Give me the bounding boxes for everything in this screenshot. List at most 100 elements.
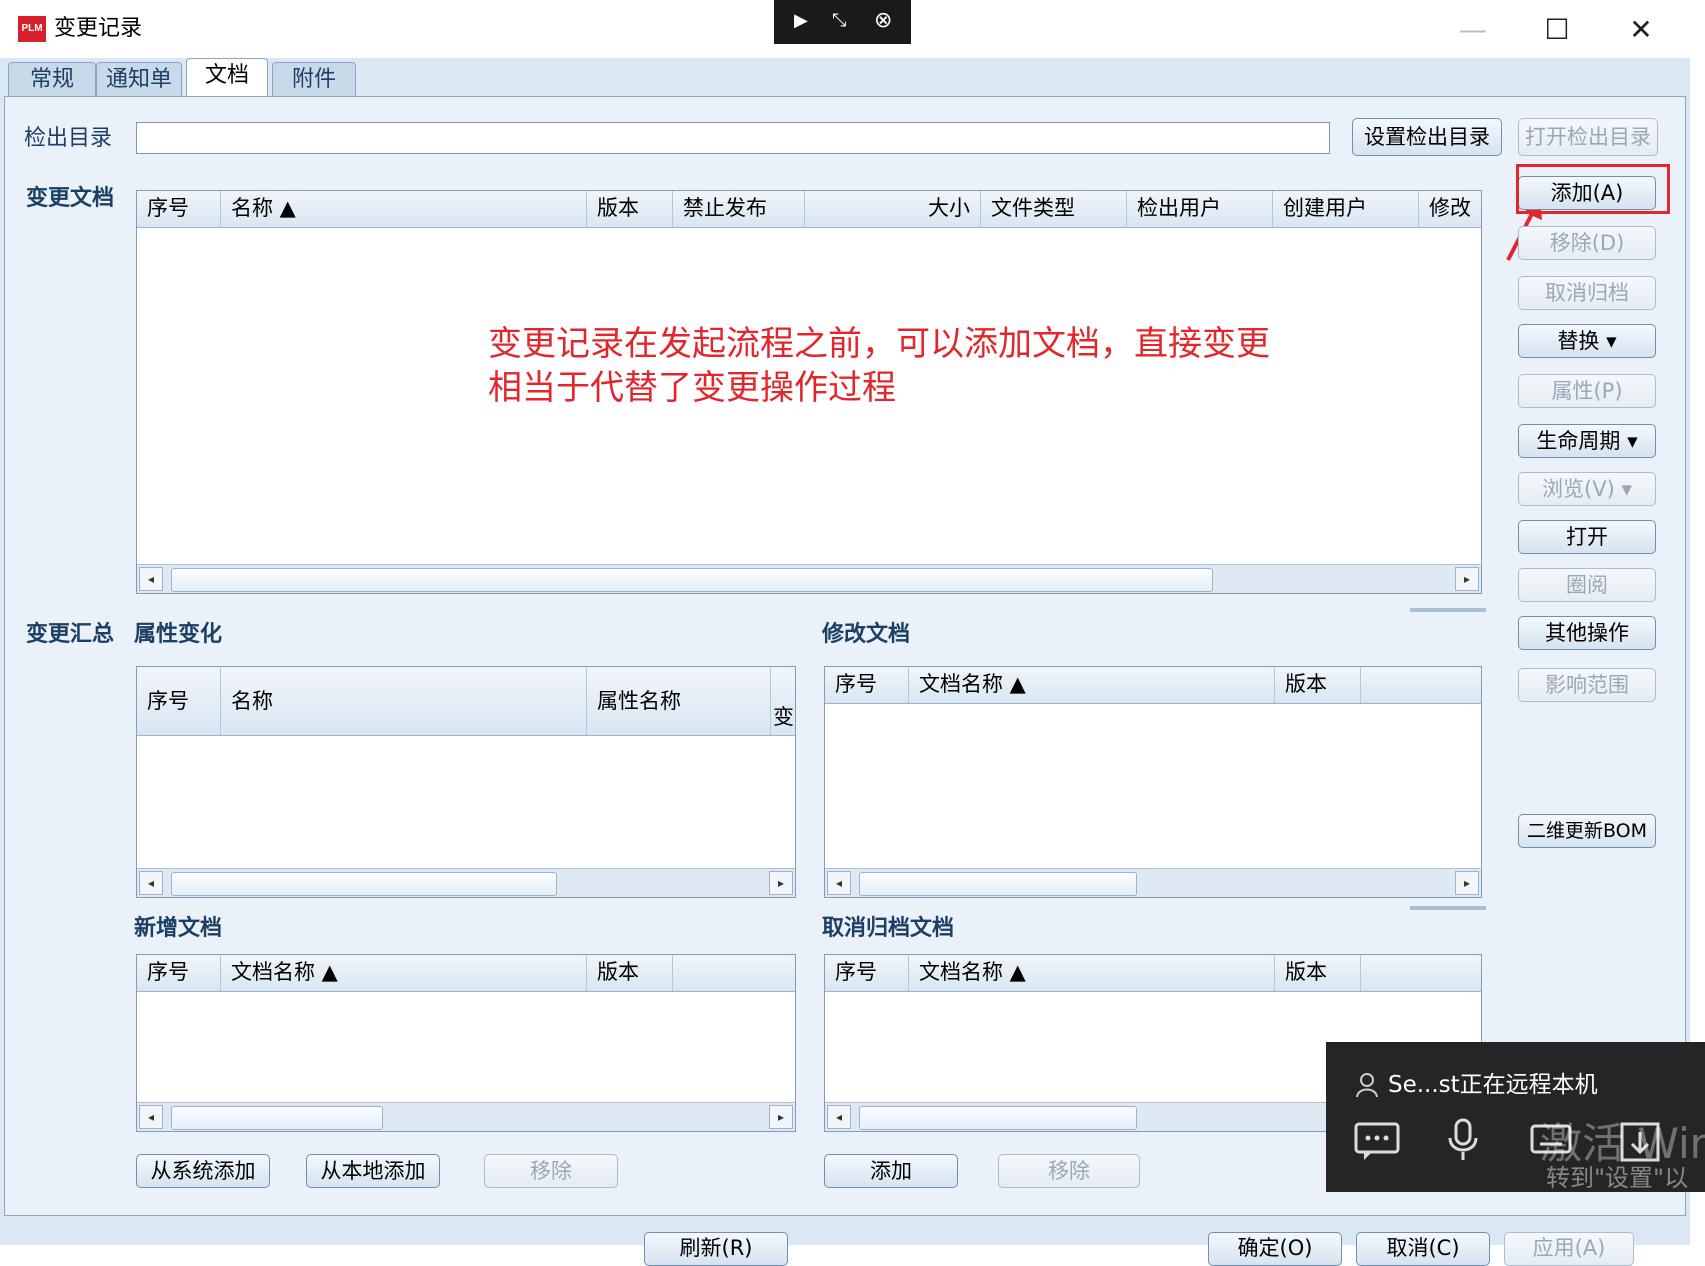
close-button[interactable]: ✕ <box>1616 10 1666 50</box>
tab-notice[interactable]: 通知单 <box>96 62 182 96</box>
restore-icon[interactable]: ⤡ <box>832 10 846 31</box>
add-from-local-button[interactable]: 从本地添加 <box>306 1154 440 1188</box>
remote-close-icon[interactable]: ⊗ <box>874 8 892 33</box>
scroll-thumb[interactable] <box>171 872 557 896</box>
col-header[interactable]: 文件类型 <box>981 191 1127 227</box>
cancel-button[interactable]: 取消(C) <box>1356 1232 1490 1266</box>
scroll-left-icon[interactable]: ◂ <box>139 871 163 895</box>
properties-button[interactable]: 属性(P) <box>1518 374 1656 408</box>
modified-docs-table[interactable]: 序号 文档名称 ▲ 版本 ◂ ▸ <box>824 666 1482 898</box>
replace-button[interactable]: 替换 ▾ <box>1518 324 1656 358</box>
checkout-dir-input[interactable] <box>136 122 1330 154</box>
remove-new-doc-button[interactable]: 移除 <box>484 1154 618 1188</box>
col-header[interactable]: 版本 <box>587 191 673 227</box>
activation-watermark-sub: 转到"设置"以 <box>1546 1164 1689 1192</box>
scroll-thumb[interactable] <box>171 1106 383 1130</box>
horizontal-scrollbar[interactable]: ◂ ▸ <box>137 1102 795 1131</box>
other-operations-button[interactable]: 其他操作 <box>1518 616 1656 650</box>
update-bom-button[interactable]: 二维更新BOM <box>1518 814 1656 848</box>
col-header[interactable]: 名称 <box>221 667 587 735</box>
annotation-text: 变更记录在发起流程之前，可以添加文档，直接变更 相当于代替了变更操作过程 <box>488 322 1270 410</box>
scroll-right-icon[interactable]: ▸ <box>769 871 793 895</box>
col-header[interactable]: 属性名称 <box>587 667 771 735</box>
splitter-handle[interactable] <box>1410 906 1486 910</box>
highlight-box <box>1516 164 1670 214</box>
col-header[interactable]: 序号 <box>137 955 221 991</box>
tab-attachments[interactable]: 附件 <box>272 62 356 96</box>
markup-button[interactable]: 圈阅 <box>1518 568 1656 602</box>
col-header[interactable]: 序号 <box>825 955 909 991</box>
minimize-button[interactable]: — <box>1448 10 1498 50</box>
add-cancelled-doc-button[interactable]: 添加 <box>824 1154 958 1188</box>
scroll-left-icon[interactable]: ◂ <box>139 1105 163 1129</box>
col-header[interactable]: 序号 <box>137 191 221 227</box>
col-header[interactable]: 版本 <box>1275 955 1361 991</box>
col-header[interactable]: 序号 <box>137 667 221 735</box>
ok-button[interactable]: 确定(O) <box>1208 1232 1342 1266</box>
scroll-thumb[interactable] <box>171 568 1213 592</box>
attr-change-table[interactable]: 序号 名称 属性名称 变 ◂ ▸ <box>136 666 796 898</box>
new-docs-table[interactable]: 序号 文档名称 ▲ 版本 ◂ ▸ <box>136 954 796 1132</box>
checkout-label: 检出目录 <box>24 126 113 151</box>
pin-icon[interactable]: ▶ <box>794 10 808 31</box>
horizontal-scrollbar[interactable]: ◂ ▸ <box>137 868 795 897</box>
scroll-thumb[interactable] <box>859 872 1137 896</box>
maximize-button[interactable]: ☐ <box>1532 10 1582 50</box>
add-from-system-button[interactable]: 从系统添加 <box>136 1154 270 1188</box>
col-header[interactable]: 文档名称 ▲ <box>909 955 1275 991</box>
window-title: 变更记录 <box>54 16 143 41</box>
remote-desktop-bar: ▶ ⤡ ⊗ <box>774 0 911 44</box>
microphone-icon[interactable] <box>1446 1118 1482 1164</box>
remote-session-text: Se...st正在远程本机 <box>1388 1072 1598 1098</box>
table-header: 序号 文档名称 ▲ 版本 <box>825 667 1481 704</box>
scroll-left-icon[interactable]: ◂ <box>827 1105 851 1129</box>
table-header: 序号 文档名称 ▲ 版本 <box>825 955 1481 992</box>
col-header[interactable]: 名称 ▲ <box>221 191 587 227</box>
scroll-thumb[interactable] <box>859 1106 1137 1130</box>
remove-button[interactable]: 移除(D) <box>1518 226 1656 260</box>
apply-button[interactable]: 应用(A) <box>1504 1232 1634 1266</box>
scroll-left-icon[interactable]: ◂ <box>827 871 851 895</box>
refresh-button[interactable]: 刷新(R) <box>644 1232 788 1266</box>
col-header[interactable]: 变 <box>771 667 795 735</box>
splitter-handle[interactable] <box>1410 608 1486 612</box>
chat-icon[interactable] <box>1354 1122 1402 1162</box>
cancelled-docs-label: 取消归档文档 <box>822 916 955 941</box>
col-header[interactable]: 序号 <box>825 667 909 703</box>
set-checkout-dir-button[interactable]: 设置检出目录 <box>1352 118 1502 156</box>
annotation-line: 变更记录在发起流程之前，可以添加文档，直接变更 <box>488 324 1270 364</box>
col-header[interactable]: 禁止发布 <box>673 191 805 227</box>
table-header: 序号 名称 属性名称 变 <box>137 667 795 736</box>
col-header[interactable]: 创建用户 <box>1273 191 1419 227</box>
scroll-left-icon[interactable]: ◂ <box>139 567 163 591</box>
browse-button[interactable]: 浏览(V) ▾ <box>1518 472 1656 506</box>
col-header[interactable]: 版本 <box>587 955 673 991</box>
tab-documents[interactable]: 文档 <box>186 58 268 98</box>
plm-logo: PLM <box>18 16 46 42</box>
modified-docs-label: 修改文档 <box>822 622 911 647</box>
col-header[interactable]: 版本 <box>1275 667 1361 703</box>
lifecycle-button[interactable]: 生命周期 ▾ <box>1518 424 1656 458</box>
new-docs-label: 新增文档 <box>134 916 223 941</box>
user-icon <box>1356 1073 1378 1098</box>
remove-cancelled-doc-button[interactable]: 移除 <box>998 1154 1140 1188</box>
col-header[interactable]: 大小 <box>805 191 981 227</box>
table-header: 序号 名称 ▲ 版本 禁止发布 大小 文件类型 检出用户 创建用户 修改 <box>137 191 1481 228</box>
table-header: 序号 文档名称 ▲ 版本 <box>137 955 795 992</box>
impact-scope-button[interactable]: 影响范围 <box>1518 668 1656 702</box>
scroll-right-icon[interactable]: ▸ <box>1455 567 1479 591</box>
open-checkout-dir-button[interactable]: 打开检出目录 <box>1518 118 1658 156</box>
col-header[interactable]: 文档名称 ▲ <box>221 955 587 991</box>
cancel-archive-button[interactable]: 取消归档 <box>1518 276 1656 310</box>
col-header[interactable]: 文档名称 ▲ <box>909 667 1275 703</box>
tab-general[interactable]: 常规 <box>8 62 96 96</box>
horizontal-scrollbar[interactable]: ◂ ▸ <box>825 868 1481 897</box>
open-button[interactable]: 打开 <box>1518 520 1656 554</box>
scroll-right-icon[interactable]: ▸ <box>769 1105 793 1129</box>
col-header[interactable]: 修改 <box>1419 191 1481 227</box>
change-docs-label: 变更文档 <box>26 186 115 211</box>
change-summary-label: 变更汇总 <box>26 622 115 647</box>
scroll-right-icon[interactable]: ▸ <box>1455 871 1479 895</box>
horizontal-scrollbar[interactable]: ◂ ▸ <box>137 564 1481 593</box>
col-header[interactable]: 检出用户 <box>1127 191 1273 227</box>
